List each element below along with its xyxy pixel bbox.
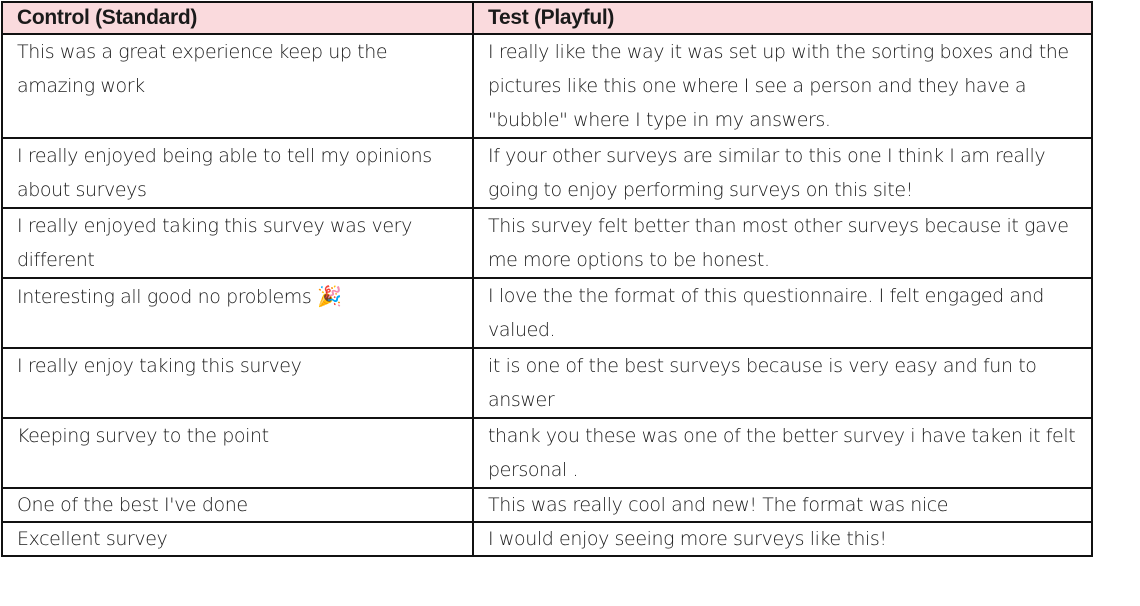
- control-cell: This was a great experience keep up the …: [1, 33, 474, 139]
- control-cell: Interesting all good no problems 🎉: [1, 277, 474, 349]
- control-cell: I really enjoyed taking this survey was …: [1, 207, 474, 279]
- feedback-comparison-table: Control (Standard) Test (Playful) This w…: [1, 1, 1093, 557]
- table-row: I really enjoyed being able to tell my o…: [1, 137, 1093, 209]
- table-row: I really enjoyed taking this survey was …: [1, 207, 1093, 279]
- table-row: Excellent survey I would enjoy seeing mo…: [1, 521, 1093, 557]
- test-cell: thank you these was one of the better su…: [472, 417, 1093, 489]
- control-cell: Keeping survey to the point: [1, 417, 474, 489]
- test-cell: If your other surveys are similar to thi…: [472, 137, 1093, 209]
- table-row: One of the best I've done This was reall…: [1, 487, 1093, 523]
- table-row: Keeping survey to the point thank you th…: [1, 417, 1093, 489]
- column-header-test: Test (Playful): [472, 1, 1093, 35]
- test-cell: I would enjoy seeing more surveys like t…: [472, 521, 1093, 557]
- control-cell: I really enjoyed being able to tell my o…: [1, 137, 474, 209]
- control-cell-text: Interesting all good no problems: [17, 286, 312, 308]
- test-cell: This survey felt better than most other …: [472, 207, 1093, 279]
- control-cell: I really enjoy taking this survey: [1, 347, 474, 419]
- table-row: This was a great experience keep up the …: [1, 33, 1093, 139]
- test-cell: I really like the way it was set up with…: [472, 33, 1093, 139]
- table-header-row: Control (Standard) Test (Playful): [1, 1, 1093, 35]
- test-cell: I love the the format of this questionna…: [472, 277, 1093, 349]
- party-popper-icon: 🎉: [317, 284, 342, 308]
- table-row: I really enjoy taking this survey it is …: [1, 347, 1093, 419]
- control-cell: Excellent survey: [1, 521, 474, 557]
- test-cell: This was really cool and new! The format…: [472, 487, 1093, 523]
- test-cell: it is one of the best surveys because is…: [472, 347, 1093, 419]
- column-header-control: Control (Standard): [1, 1, 474, 35]
- control-cell: One of the best I've done: [1, 487, 474, 523]
- table-row: Interesting all good no problems 🎉 I lov…: [1, 277, 1093, 349]
